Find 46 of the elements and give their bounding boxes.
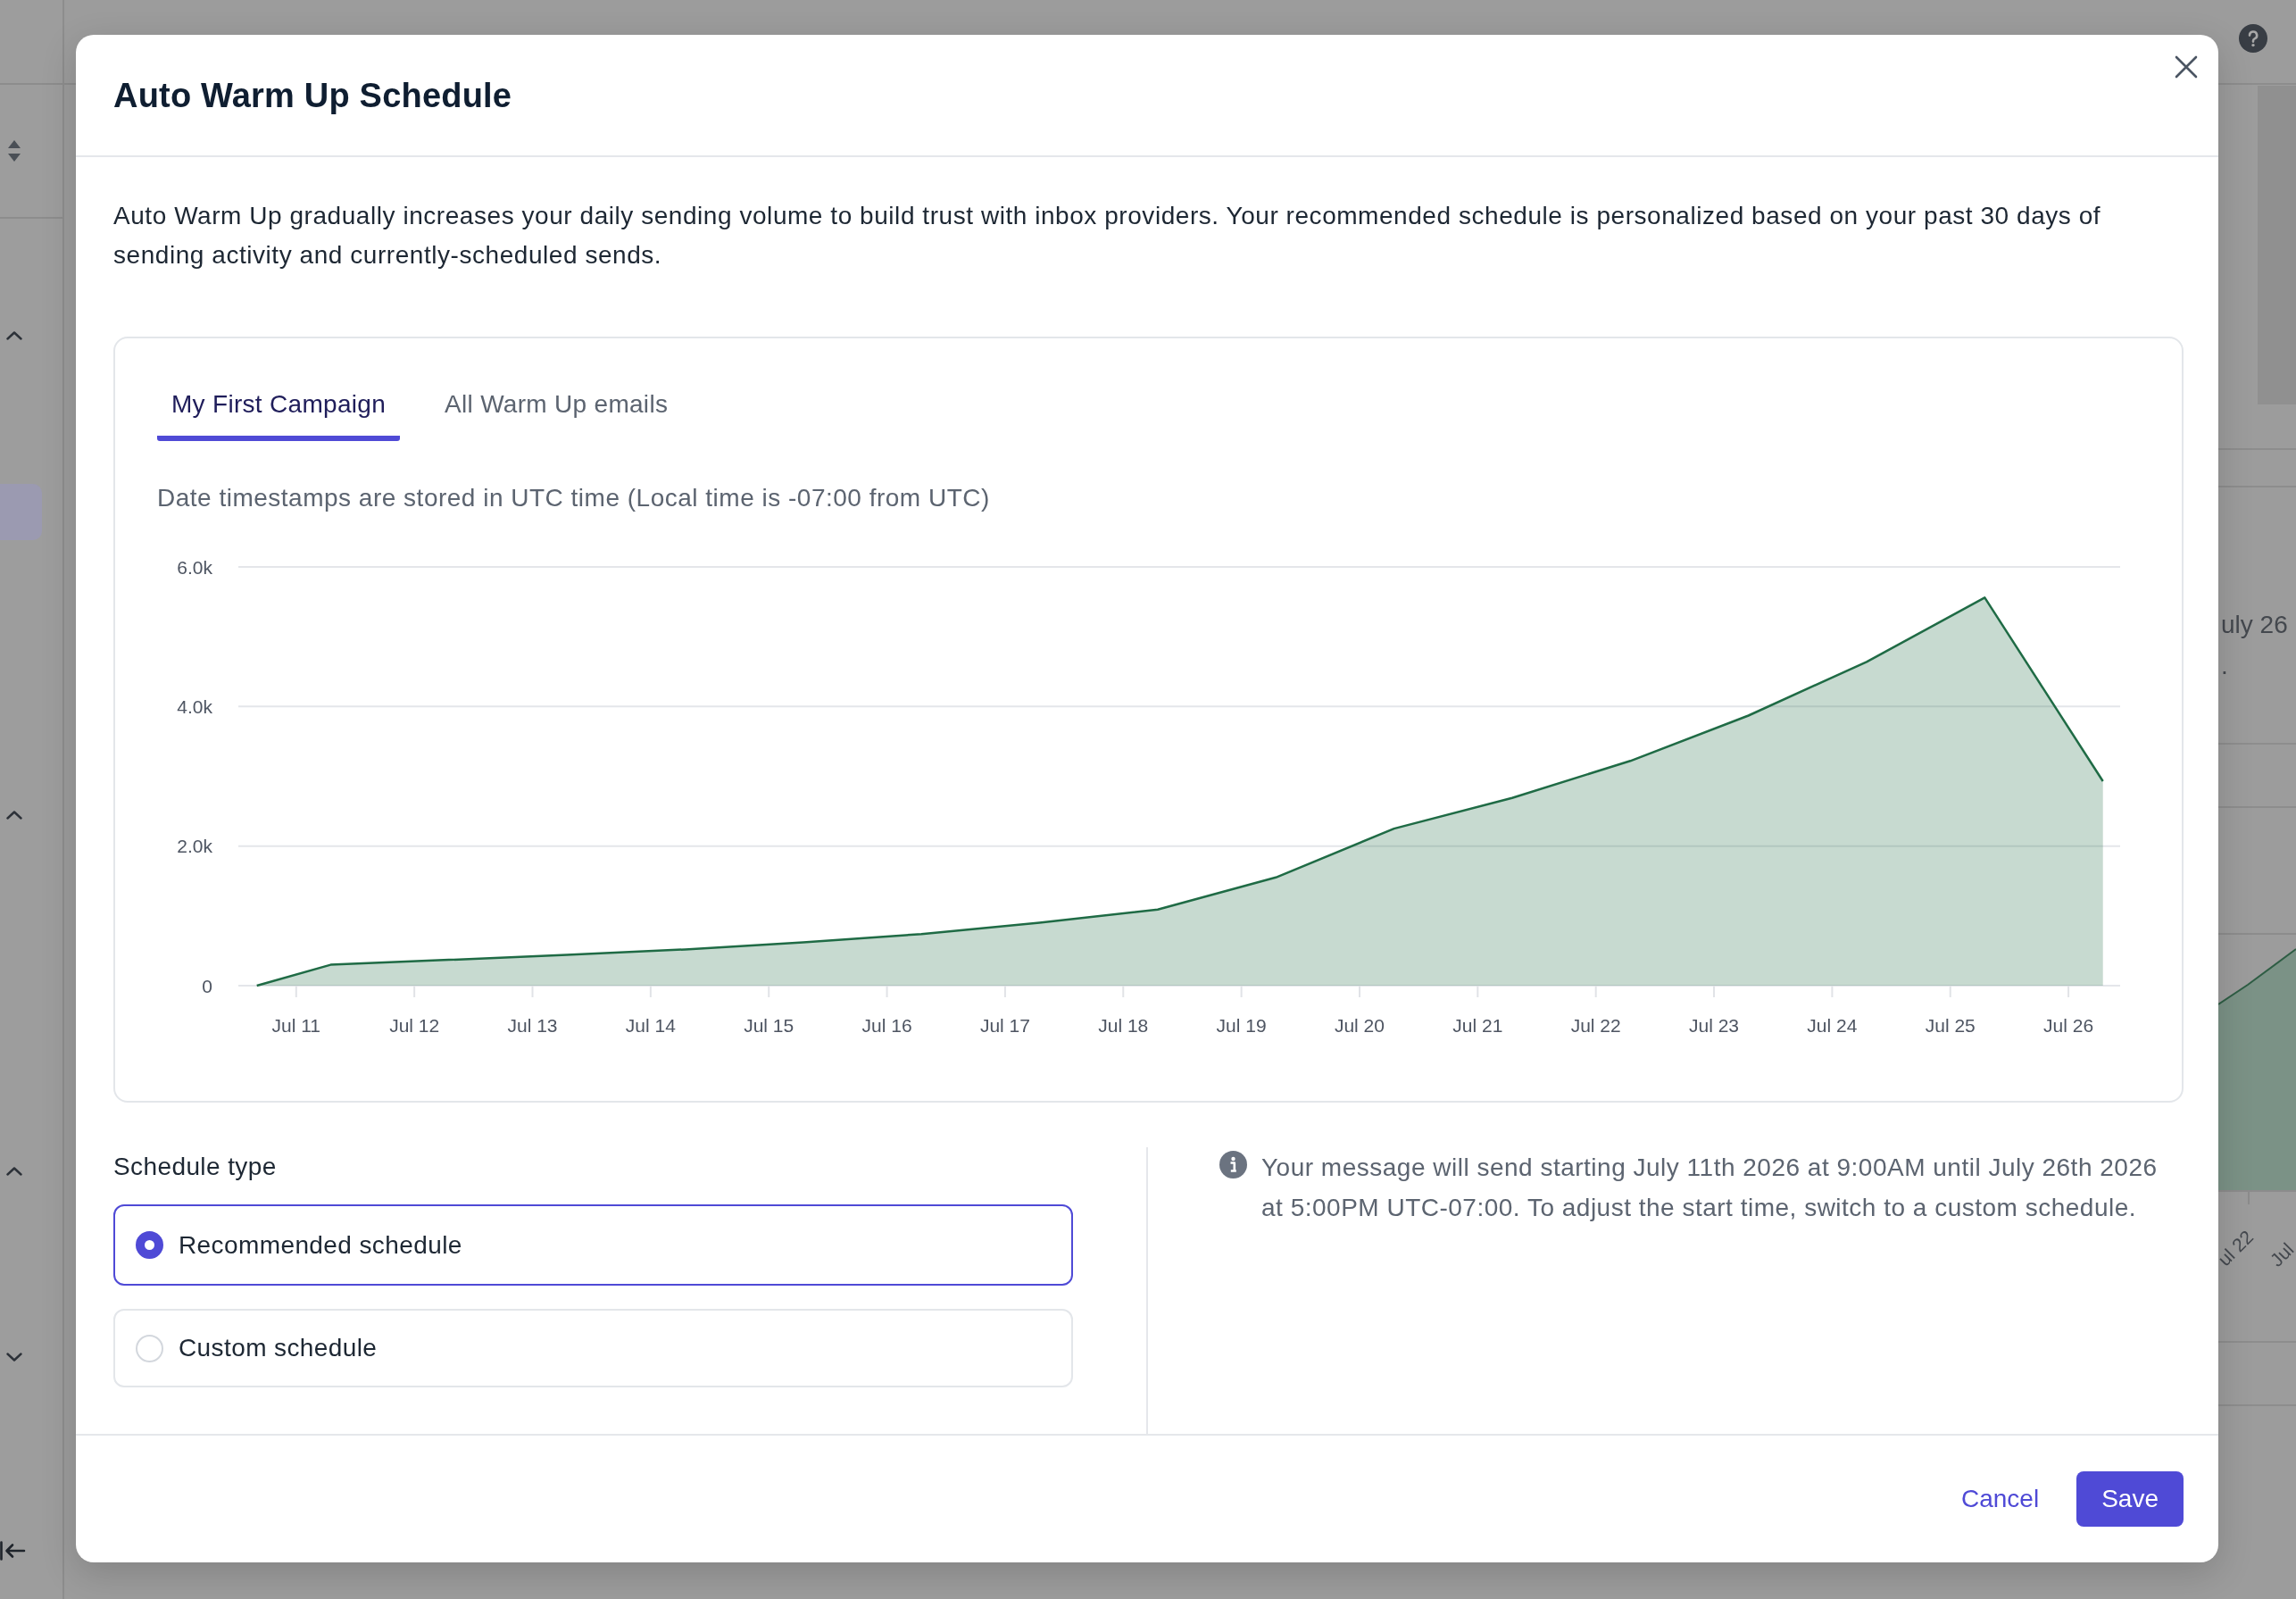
y-axis-label: 2.0k <box>177 836 212 857</box>
description: Auto Warm Up gradually increases your daily sending volume to build trust with inbox providers. Your recommended schedule is personalized based on your past 30 days of sending activity and currently-scheduled sends. <box>113 201 2102 271</box>
schedule-option[interactable]: Recommended schedule <box>113 1204 1073 1286</box>
radio-button[interactable] <box>136 1231 163 1259</box>
x-axis-label: Jul 15 <box>744 1014 794 1036</box>
background-text: . <box>2220 651 2228 681</box>
x-axis-label: Jul 18 <box>1098 1014 1149 1036</box>
collapse-icon <box>0 1541 26 1561</box>
x-axis-label: Jul 19 <box>1216 1014 1267 1036</box>
y-axis-label: 6.0k <box>177 556 212 578</box>
x-axis-label: Jul 26 <box>2043 1014 2094 1036</box>
info-text: Your message will send starting July 11th 2026 at 9:00AM until July 26th 2026 at 5:00PM UTC-07:00. To adjust the start time, switch to a custom schedule. <box>1261 1153 2159 1223</box>
save-button[interactable]: Save <box>2076 1471 2184 1527</box>
close-icon <box>2175 55 2198 79</box>
x-axis-label: Jul 13 <box>507 1014 558 1036</box>
x-axis-label: Jul 16 <box>861 1014 912 1036</box>
schedule-type-label: Schedule type <box>113 1152 277 1182</box>
x-axis-label: Jul 24 <box>1807 1014 1858 1036</box>
schedule-option[interactable]: Custom schedule <box>113 1309 1073 1387</box>
cancel-button[interactable]: Cancel <box>1947 1474 2054 1524</box>
x-axis-label: Jul 23 <box>1689 1014 1740 1036</box>
close-button[interactable] <box>2174 54 2199 79</box>
x-axis-label: Jul 14 <box>625 1014 676 1036</box>
x-axis-label: Jul 25 <box>1925 1014 1976 1036</box>
sort-icon <box>8 140 21 162</box>
chevron-up-icon <box>6 331 22 340</box>
chevron-up-icon <box>6 811 22 820</box>
help-icon <box>2239 24 2267 53</box>
axis-label: ul 22 <box>2213 1226 2259 1270</box>
y-axis-label: 4.0k <box>177 695 212 717</box>
timezone-note: Date timestamps are stored in UTC time (Local time is -07:00 from UTC) <box>157 483 990 513</box>
tab[interactable]: All Warm Up emails <box>430 389 683 441</box>
x-axis-label: Jul 12 <box>389 1014 440 1036</box>
axis-label: Jul <box>2265 1238 2296 1271</box>
x-axis-label: Jul 22 <box>1570 1014 1621 1036</box>
chevron-up-icon <box>6 1167 22 1176</box>
chevron-down-icon <box>6 1353 22 1362</box>
y-axis-label: 0 <box>202 975 212 996</box>
x-axis-label: Jul 20 <box>1334 1014 1385 1036</box>
x-axis-label: Jul 21 <box>1452 1014 1503 1036</box>
x-axis-label: Jul 11 <box>271 1014 321 1036</box>
x-axis-label: Jul 17 <box>979 1014 1030 1036</box>
dialog-title: Auto Warm Up Schedule <box>113 75 512 116</box>
background-text: uly 26 <box>2220 610 2288 640</box>
tab[interactable]: My First Campaign <box>157 389 401 441</box>
info-icon <box>1219 1151 1247 1178</box>
